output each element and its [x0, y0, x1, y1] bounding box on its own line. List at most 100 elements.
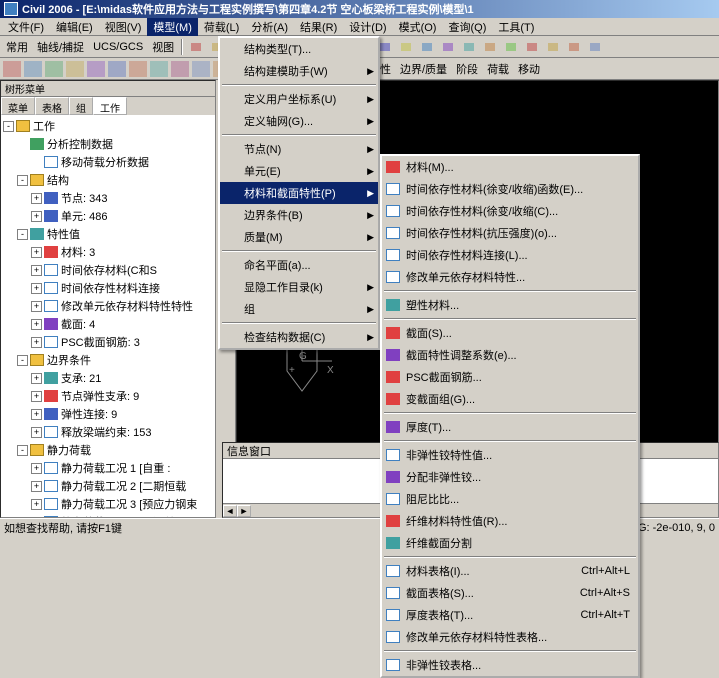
menu-item-0[interactable]: 材料(M)... [382, 156, 638, 178]
tb1-label-0[interactable]: 常用 [2, 39, 32, 55]
menu-8[interactable]: 模式(O) [393, 18, 443, 36]
tree-node-13[interactable]: -边界条件 [3, 351, 213, 369]
menu-item-1[interactable]: 时间依存性材料(徐变/收缩)函数(E)... [382, 178, 638, 200]
tb2-btn-1[interactable] [23, 60, 43, 78]
menu-9[interactable]: 查询(Q) [442, 18, 492, 36]
menu-item-16[interactable]: 检查结构数据(C)▶ [220, 326, 378, 348]
menu-item-10[interactable]: 质量(M)▶ [220, 226, 378, 248]
expander-icon[interactable]: + [31, 481, 42, 492]
tb1-btn-17[interactable] [543, 38, 563, 56]
tb1-btn-14[interactable] [480, 38, 500, 56]
tree-node-6[interactable]: -特性值 [3, 225, 213, 243]
tree-tab-1[interactable]: 表格 [35, 97, 69, 115]
tree-node-11[interactable]: +截面: 4 [3, 315, 213, 333]
expander-icon[interactable]: - [17, 355, 28, 366]
menu-item-10[interactable]: 截面特性调整系数(e)... [382, 344, 638, 366]
expander-icon[interactable]: + [31, 193, 42, 204]
scroll-left-icon[interactable]: ◄ [223, 505, 237, 517]
tb2-btn-4[interactable] [86, 60, 106, 78]
tb1-btn-10[interactable] [396, 38, 416, 56]
menu-7[interactable]: 设计(D) [343, 18, 392, 36]
menu-10[interactable]: 工具(T) [492, 18, 540, 36]
menu-item-0[interactable]: 结构类型(T)... [220, 38, 378, 60]
menu-item-4[interactable]: 定义轴网(G)...▶ [220, 110, 378, 132]
tree-tab-2[interactable]: 组 [69, 97, 93, 115]
expander-icon[interactable]: + [31, 283, 42, 294]
menu-item-14[interactable]: 组▶ [220, 298, 378, 320]
menu-item-2[interactable]: 时间依存性材料(徐变/收缩(C)... [382, 200, 638, 222]
menu-1[interactable]: 编辑(E) [50, 18, 99, 36]
tree-node-16[interactable]: +弹性连接: 9 [3, 405, 213, 423]
tree-tab-3[interactable]: 工作 [93, 97, 127, 115]
tb1-btn-11[interactable] [417, 38, 437, 56]
tb2-btn-5[interactable] [107, 60, 127, 78]
menu-item-14[interactable]: 厚度(T)... [382, 416, 638, 438]
menu-item-18[interactable]: 阻尼比比... [382, 488, 638, 510]
expander-icon[interactable]: + [31, 463, 42, 474]
tb2-label-5[interactable]: 荷载 [483, 61, 513, 77]
tree-node-22[interactable]: +静力荷载工况 4 [正温差 : [3, 513, 213, 517]
menu-item-9[interactable]: 边界条件(B)▶ [220, 204, 378, 226]
menu-item-17[interactable]: 分配非弹性铰... [382, 466, 638, 488]
menu-item-12[interactable]: 命名平面(a)... [220, 254, 378, 276]
tb2-label-6[interactable]: 移动 [514, 61, 544, 77]
expander-icon[interactable]: + [31, 409, 42, 420]
tb2-btn-6[interactable] [128, 60, 148, 78]
tree-node-3[interactable]: -结构 [3, 171, 213, 189]
tree-node-18[interactable]: -静力荷载 [3, 441, 213, 459]
tree-node-21[interactable]: +静力荷载工况 3 [预应力钢束 [3, 495, 213, 513]
tree-node-5[interactable]: +单元: 486 [3, 207, 213, 225]
tree-node-2[interactable]: 移动荷载分析数据 [3, 153, 213, 171]
menu-item-16[interactable]: 非弹性铰特性值... [382, 444, 638, 466]
tb2-btn-2[interactable] [44, 60, 64, 78]
menu-item-24[interactable]: 厚度表格(T)...Ctrl+Alt+T [382, 604, 638, 626]
tree-node-15[interactable]: +节点弹性支承: 9 [3, 387, 213, 405]
menu-item-19[interactable]: 纤维材料特性值(R)... [382, 510, 638, 532]
tree-node-1[interactable]: 分析控制数据 [3, 135, 213, 153]
menu-item-3[interactable]: 时间依存性材料(抗压强度)(o)... [382, 222, 638, 244]
expander-icon[interactable]: + [31, 427, 42, 438]
tb1-btn-16[interactable] [522, 38, 542, 56]
expander-icon[interactable]: + [31, 337, 42, 348]
menu-item-7[interactable]: 单元(E)▶ [220, 160, 378, 182]
scroll-right-icon[interactable]: ► [237, 505, 251, 517]
expander-icon[interactable]: + [31, 211, 42, 222]
expander-icon[interactable]: - [17, 445, 28, 456]
menu-0[interactable]: 文件(F) [2, 18, 50, 36]
menu-item-25[interactable]: 修改单元依存材料特性表格... [382, 626, 638, 648]
menu-item-9[interactable]: 截面(S)... [382, 322, 638, 344]
menu-item-7[interactable]: 塑性材料... [382, 294, 638, 316]
menu-item-11[interactable]: PSC截面钢筋... [382, 366, 638, 388]
menu-item-4[interactable]: 时间依存性材料连接(L)... [382, 244, 638, 266]
expander-icon[interactable]: + [31, 265, 42, 276]
expander-icon[interactable]: + [31, 373, 42, 384]
tree-node-12[interactable]: +PSC截面钢筋: 3 [3, 333, 213, 351]
tree-node-7[interactable]: +材料: 3 [3, 243, 213, 261]
menu-item-13[interactable]: 显隐工作目录(k)▶ [220, 276, 378, 298]
tb1-btn-12[interactable] [438, 38, 458, 56]
tree-body[interactable]: -工作分析控制数据移动荷载分析数据-结构+节点: 343+单元: 486-特性值… [1, 115, 215, 517]
menu-item-27[interactable]: 非弹性铰表格... [382, 654, 638, 676]
menu-item-5[interactable]: 修改单元依存材料特性... [382, 266, 638, 288]
expander-icon[interactable]: + [31, 391, 42, 402]
tb1-btn-13[interactable] [459, 38, 479, 56]
menu-item-8[interactable]: 材料和截面特性(P)▶ [220, 182, 378, 204]
tb2-btn-7[interactable] [149, 60, 169, 78]
tree-node-0[interactable]: -工作 [3, 117, 213, 135]
tb1-btn-19[interactable] [585, 38, 605, 56]
menu-3[interactable]: 模型(M) [147, 18, 198, 36]
tb1-label-1[interactable]: 轴线/捕捉 [33, 39, 88, 55]
expander-icon[interactable]: - [17, 175, 28, 186]
expander-icon[interactable]: + [31, 247, 42, 258]
tree-tab-0[interactable]: 菜单 [1, 97, 35, 115]
menu-6[interactable]: 结果(R) [294, 18, 343, 36]
menu-4[interactable]: 荷载(L) [198, 18, 245, 36]
menu-item-23[interactable]: 截面表格(S)...Ctrl+Alt+S [382, 582, 638, 604]
tree-node-19[interactable]: +静力荷载工况 1 [自重 : [3, 459, 213, 477]
tb2-label-4[interactable]: 阶段 [452, 61, 482, 77]
expander-icon[interactable]: - [17, 229, 28, 240]
menu-5[interactable]: 分析(A) [245, 18, 294, 36]
tb1-label-2[interactable]: UCS/GCS [89, 41, 147, 53]
expander-icon[interactable]: + [31, 319, 42, 330]
tb2-btn-9[interactable] [191, 60, 211, 78]
